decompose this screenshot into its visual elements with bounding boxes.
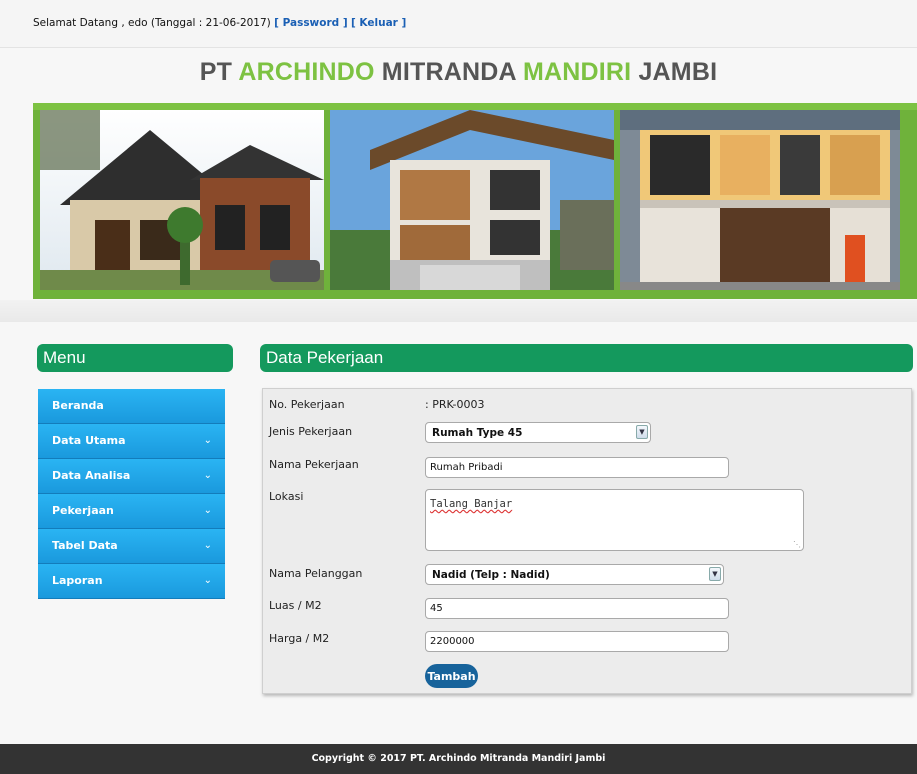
label-jenis-pekerjaan: Jenis Pekerjaan [269, 425, 353, 438]
chevron-down-icon: ⌄ [203, 575, 212, 586]
nama-pelanggan-select[interactable]: Nadid (Telp : Nadid) ▼ [425, 564, 724, 585]
menu-header: Menu [37, 344, 233, 372]
top-bar: Selamat Datang , edo (Tanggal : 21-06-20… [0, 0, 917, 48]
menu-item-label: Data Analisa [52, 469, 131, 482]
title-jambi: JAMBI [638, 58, 718, 86]
label-luas: Luas / M2 [269, 599, 322, 612]
resize-grip-icon[interactable]: ⋱ [793, 540, 801, 549]
logout-link[interactable]: [ Keluar ] [351, 17, 406, 29]
menu-item-tabel-data[interactable]: Tabel Data ⌄ [38, 529, 225, 564]
title-mitranda: MITRANDA [381, 58, 516, 86]
menu-item-pekerjaan[interactable]: Pekerjaan ⌄ [38, 494, 225, 529]
chevron-down-icon: ⌄ [203, 540, 212, 551]
welcome-text: Selamat Datang , edo (Tanggal : 21-06-20… [33, 17, 271, 29]
menu-item-data-utama[interactable]: Data Utama ⌄ [38, 424, 225, 459]
harga-input[interactable]: 2200000 [425, 631, 729, 652]
nama-pekerjaan-value: Rumah Pribadi [430, 462, 503, 473]
banner-shadow [0, 300, 917, 322]
jenis-pekerjaan-select[interactable]: Rumah Type 45 ▼ [425, 422, 651, 443]
nama-pelanggan-value: Nadid (Telp : Nadid) [432, 568, 550, 581]
lokasi-textarea[interactable]: Talang Banjar ⋱ [425, 489, 804, 551]
jenis-pekerjaan-value: Rumah Type 45 [432, 426, 523, 439]
sidebar-menu: Beranda Data Utama ⌄ Data Analisa ⌄ Peke… [38, 389, 225, 599]
password-link[interactable]: [ Password ] [274, 17, 348, 29]
harga-value: 2200000 [430, 636, 475, 647]
site-title: PT ARCHINDO MITRANDA MANDIRI JAMBI [0, 58, 917, 87]
menu-item-laporan[interactable]: Laporan ⌄ [38, 564, 225, 599]
chevron-down-icon: ▼ [709, 567, 721, 581]
label-nama-pekerjaan: Nama Pekerjaan [269, 458, 359, 471]
chevron-down-icon: ⌄ [203, 435, 212, 446]
welcome-message: Selamat Datang , edo (Tanggal : 21-06-20… [33, 17, 406, 29]
lokasi-value: Talang Banjar [430, 498, 513, 510]
label-no-pekerjaan: No. Pekerjaan [269, 398, 345, 411]
label-harga: Harga / M2 [269, 632, 330, 645]
footer-copyright: Copyright © 2017 PT. Archindo Mitranda M… [0, 744, 917, 774]
page-title: Data Pekerjaan [260, 344, 913, 372]
menu-item-label: Data Utama [52, 434, 126, 447]
nama-pekerjaan-input[interactable]: Rumah Pribadi [425, 457, 729, 478]
title-pt: PT [199, 58, 233, 86]
value-no-pekerjaan: : PRK-0003 [425, 398, 485, 411]
banner-image-house-1 [40, 110, 324, 290]
chevron-down-icon: ⌄ [203, 470, 212, 481]
title-archindo: ARCHINDO [238, 58, 375, 86]
chevron-down-icon: ▼ [636, 425, 648, 439]
menu-item-label: Beranda [52, 399, 104, 412]
menu-item-label: Pekerjaan [52, 504, 114, 517]
tambah-button[interactable]: Tambah [425, 664, 478, 688]
menu-item-data-analisa[interactable]: Data Analisa ⌄ [38, 459, 225, 494]
chevron-down-icon: ⌄ [203, 505, 212, 516]
menu-item-label: Laporan [52, 574, 103, 587]
label-lokasi: Lokasi [269, 490, 304, 503]
luas-input[interactable]: 45 [425, 598, 729, 619]
banner-image-house-2 [330, 110, 614, 290]
menu-item-label: Tabel Data [52, 539, 118, 552]
banner-image-house-3 [620, 110, 900, 290]
menu-item-beranda[interactable]: Beranda [38, 389, 225, 424]
luas-value: 45 [430, 603, 443, 614]
label-nama-pelanggan: Nama Pelanggan [269, 567, 363, 580]
banner-frame-top [33, 103, 917, 110]
title-mandiri: MANDIRI [522, 58, 632, 86]
